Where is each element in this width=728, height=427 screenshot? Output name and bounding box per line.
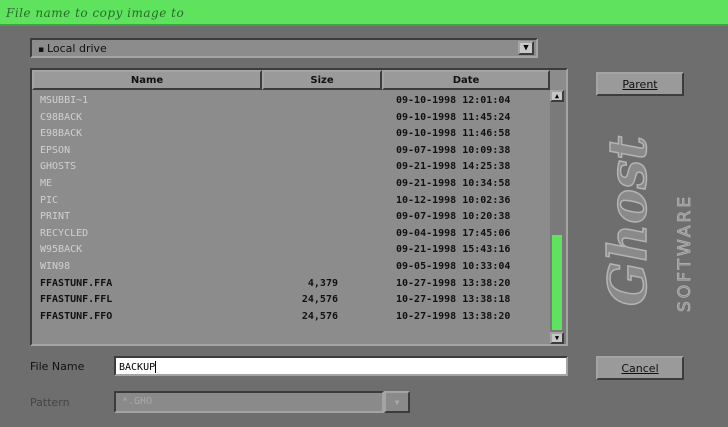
file-row-date: 09-10-1998 12:01:04	[396, 95, 511, 106]
column-header-size[interactable]: Size	[262, 70, 382, 90]
file-row-name: RECYCLED	[40, 227, 89, 239]
file-row-name: PRINT	[40, 211, 71, 223]
logo-ghost-text: Ghost	[600, 136, 659, 306]
file-row[interactable]: FFASTUNF.FFL 24,576 10-27-1998 13:38:18	[32, 293, 550, 310]
file-row-name: FFASTUNF.FFO	[40, 310, 113, 322]
file-row[interactable]: GHOSTS 09-21-1998 14:25:38	[32, 160, 550, 177]
file-row-date: 10-27-1998 13:38:20	[396, 277, 511, 289]
file-row[interactable]: ME 09-21-1998 10:34:58	[32, 177, 550, 194]
file-row-date: 10-27-1998 13:38:20	[396, 310, 511, 322]
file-row[interactable]: MSUBBI~1 09-10-1998 12:01:04	[32, 94, 550, 111]
logo-software-text: SOFTWARE	[675, 194, 695, 312]
file-row-name: FFASTUNF.FFL	[40, 294, 113, 306]
pattern-value: *.GHO	[122, 396, 153, 407]
file-row[interactable]: RECYCLED 09-04-1998 17:45:06	[32, 227, 550, 244]
file-row-date: 09-04-1998 17:45:06	[396, 227, 511, 239]
text-caret	[155, 361, 157, 373]
file-row-name: MSUBBI~1	[40, 95, 89, 106]
dialog-title: File name to copy image to	[6, 6, 185, 20]
file-row-name: C98BACK	[40, 111, 83, 123]
triangle-down-icon[interactable]: ▼	[518, 41, 534, 55]
file-row[interactable]: WIN98 09-05-1998 10:33:04	[32, 260, 550, 277]
file-list[interactable]: Name Size Date MSUBBI~1 09-10-1998 12:01:…	[30, 68, 568, 346]
file-row[interactable]: EPSON 09-07-1998 10:09:38	[32, 144, 550, 161]
pattern-label: Pattern	[30, 396, 70, 409]
scroll-track[interactable]	[552, 104, 562, 330]
ghost-software-logo: Ghost SOFTWARE	[600, 135, 695, 312]
file-row-date: 09-21-1998 10:34:58	[396, 177, 511, 189]
file-row[interactable]: FFASTUNF.FFA 4,379 10-27-1998 13:38:20	[32, 277, 550, 294]
file-row-name: GHOSTS	[40, 161, 77, 173]
pattern-dropdown-icon[interactable]: ▼	[384, 391, 410, 413]
file-row-date: 09-05-1998 10:33:04	[396, 260, 511, 272]
file-row-name: E98BACK	[40, 128, 83, 140]
file-name-label: File Name	[30, 360, 85, 373]
file-row-date: 09-21-1998 14:25:38	[396, 161, 511, 173]
file-row-date: 09-07-1998 10:09:38	[396, 144, 511, 156]
pattern-field[interactable]: *.GHO	[114, 391, 384, 413]
drive-label: ▪ Local drive	[38, 42, 107, 55]
file-rows: MSUBBI~1 09-10-1998 12:01:04 C98BACK 09-10-…	[32, 94, 550, 326]
file-row-date: 09-10-1998 11:45:24	[396, 111, 511, 123]
parent-button[interactable]: Parent	[596, 72, 684, 96]
file-row-name: FFASTUNF.FFA	[40, 277, 113, 289]
file-row-size: 24,576	[301, 310, 338, 322]
vertical-scrollbar[interactable]: ▲ ▼	[550, 90, 566, 344]
drive-selector[interactable]: ▪ Local drive ▼	[30, 38, 538, 58]
drive-icon: ▪	[38, 45, 47, 55]
file-row-name: PIC	[40, 194, 59, 206]
file-row[interactable]: E98BACK 09-10-1998 11:46:58	[32, 127, 550, 144]
file-row-size: 4,379	[307, 277, 338, 289]
file-row-date: 10-27-1998 13:38:18	[396, 294, 511, 306]
file-row-name: EPSON	[40, 144, 71, 156]
cancel-button[interactable]: Cancel	[596, 356, 684, 380]
scroll-down-icon[interactable]: ▼	[550, 332, 564, 344]
file-row[interactable]: FFASTUNF.FFO 24,576 10-27-1998 13:38:20	[32, 310, 550, 327]
scroll-thumb[interactable]	[552, 235, 562, 330]
list-header: Name Size Date	[32, 70, 550, 90]
file-name-value: BACKUP	[119, 362, 156, 373]
file-row[interactable]: PIC 10-12-1998 10:02:36	[32, 194, 550, 211]
file-row-name: WIN98	[40, 260, 71, 272]
file-row-date: 10-12-1998 10:02:36	[396, 194, 511, 206]
file-row[interactable]: PRINT 09-07-1998 10:20:38	[32, 210, 550, 227]
file-row-date: 09-10-1998 11:46:58	[396, 128, 511, 140]
file-row[interactable]: C98BACK 09-10-1998 11:45:24	[32, 111, 550, 128]
file-row[interactable]: W95BACK 09-21-1998 15:43:16	[32, 243, 550, 260]
column-header-date[interactable]: Date	[382, 70, 550, 90]
scroll-up-icon[interactable]: ▲	[550, 90, 564, 102]
file-name-input[interactable]: BACKUP	[114, 356, 568, 376]
file-row-name: W95BACK	[40, 244, 83, 256]
file-row-size: 24,576	[301, 294, 338, 306]
file-row-name: ME	[40, 177, 53, 189]
file-row-date: 09-21-1998 15:43:16	[396, 244, 511, 256]
file-dialog: ▪ Local drive ▼ Name Size Date MSUBBI~1 0…	[0, 26, 728, 427]
column-header-name[interactable]: Name	[32, 70, 262, 90]
title-bar: File name to copy image to	[0, 0, 728, 26]
file-row-date: 09-07-1998 10:20:38	[396, 211, 511, 223]
